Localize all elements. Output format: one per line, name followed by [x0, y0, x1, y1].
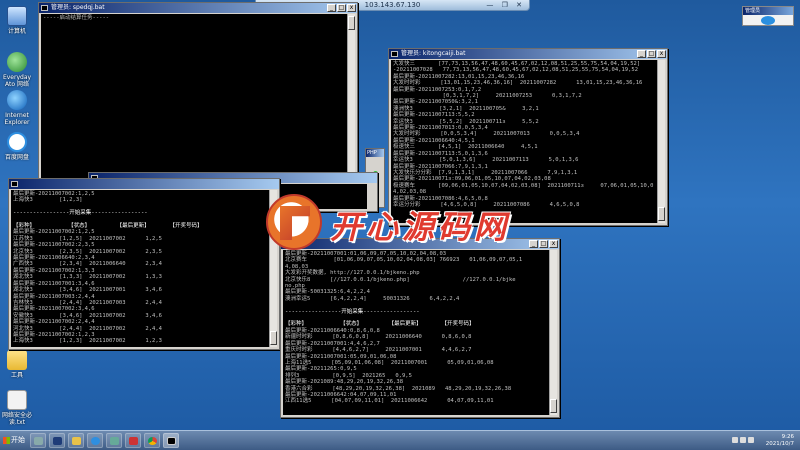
console-line: 极速赛车 [09,06,01,05,10,07,04,02,03,08] 202…	[393, 182, 654, 189]
watermark-badge-icon	[266, 194, 322, 250]
console-window-k3[interactable]: 最后更新-20211007002:1,2,5 上海快3 [1,2,3] -----…	[8, 178, 280, 350]
maximize-button[interactable]: □	[337, 4, 346, 12]
baidu-icon	[7, 132, 27, 152]
console-line: -20211007028 77,73,13,56,47,48,60,45,67,…	[393, 67, 639, 74]
desktop-icon-network[interactable]: Everyday Ato 网络	[2, 52, 32, 88]
clock-date: 2021/10/7	[765, 441, 794, 447]
console-icon	[11, 181, 18, 187]
window-titlebar[interactable]	[9, 179, 279, 189]
window-controls[interactable]: _ □ x	[637, 50, 666, 58]
baidu-icon	[91, 437, 100, 445]
start-button[interactable]: 开始	[2, 433, 26, 448]
console-window-spedqj[interactable]: 管理员: spedqj.bat _ □ x -----启动结算任务-----	[38, 2, 358, 192]
taskbar-explorer[interactable]	[68, 433, 84, 448]
desktop-icon-label: 工具	[10, 372, 23, 379]
desktop-icon-label: Everyday Ato 网络	[2, 74, 32, 88]
close-button[interactable]: x	[347, 4, 356, 12]
desktop-icon-label: 网络安全必读.txt	[2, 412, 33, 426]
taskbar-chrome[interactable]	[144, 433, 160, 448]
cloud-icon	[761, 16, 775, 25]
vertical-scrollbar[interactable]	[549, 250, 557, 415]
watermark-text: 开心源码网	[330, 208, 511, 246]
chrome-icon	[148, 437, 157, 445]
taskbar-baidu[interactable]	[87, 433, 103, 448]
clock[interactable]: 9:26 2021/10/7	[766, 434, 794, 448]
minimize-button[interactable]: _	[327, 4, 336, 12]
system-tray: 9:26 2021/10/7	[676, 432, 796, 450]
taskbar-app[interactable]	[125, 433, 141, 448]
tray-icon[interactable]	[732, 437, 738, 443]
watermark-logo: 开心源码网	[266, 194, 566, 250]
taskbar-tool[interactable]	[106, 433, 122, 448]
taskbar: 开始 9:26 2021/10/7	[0, 430, 800, 450]
console-icon	[391, 51, 398, 57]
volume-icon[interactable]	[748, 437, 754, 443]
console-line: 香港六合彩 [48,29,20,19,32,26,38] 2021089 48,…	[285, 385, 512, 392]
scroll-thumb[interactable]	[550, 399, 557, 413]
desktop-icon-ie[interactable]: Internet Explorer	[2, 90, 32, 126]
vertical-scrollbar[interactable]	[347, 14, 355, 189]
close-button[interactable]: x	[657, 50, 666, 58]
desktop-icon-tools[interactable]: 工具	[2, 350, 32, 379]
window-titlebar[interactable]: 管理员: kitongcaiji.bat _ □ x	[389, 49, 667, 59]
console-output: 最后更新-20211007002:1,2,5 上海快3 [1,2,3] -----…	[11, 190, 269, 347]
console-line: 江西11选5 [04,07,09,11,01] 20211006642 04,0…	[285, 398, 494, 405]
scroll-thumb[interactable]	[348, 16, 355, 30]
console-output: -----启动结算任务-----	[41, 14, 347, 189]
remote-window-controls[interactable]: — ❐ ✕	[486, 0, 525, 10]
desktop-icon-label: 计算机	[7, 28, 26, 35]
window-titlebar[interactable]: 管理员: spedqj.bat _ □ x	[39, 3, 357, 13]
window-title: 管理员: kitongcaiji.bat	[401, 50, 466, 57]
console-output: 最后更新-20211007001:01,06,09,07,05,10,02,04…	[283, 250, 549, 415]
tool-icon	[110, 437, 119, 445]
taskbar-server-manager[interactable]	[30, 433, 46, 448]
file-icon	[7, 390, 27, 410]
cmd-icon	[167, 437, 176, 445]
window-controls[interactable]: _ □ x	[327, 4, 356, 12]
dialog-title: PHP	[366, 149, 384, 157]
powershell-icon	[53, 437, 62, 445]
console-line: 上海快3 [1,2,3] 20211007002 1,2,3	[13, 338, 162, 345]
console-window-ssc[interactable]: _ □ x 最后更新-20211007001:01,06,09,07,05,10…	[280, 238, 560, 418]
console-line: 大发时时彩 [13,01,15,23,46,36,16] 20211007282…	[393, 80, 643, 87]
desktop-icon-label: 百度网盘	[4, 154, 29, 161]
explorer-icon	[72, 437, 81, 445]
network-icon	[7, 52, 27, 72]
maximize-button[interactable]: □	[647, 50, 656, 58]
app-icon	[129, 437, 138, 445]
vertical-scrollbar[interactable]	[657, 60, 665, 223]
scroll-thumb[interactable]	[270, 331, 277, 345]
console-line: 北京赛车 [01,06,09,07,05,10,02,04,08,03] 766…	[285, 257, 523, 264]
folder-icon	[7, 350, 27, 370]
mini-widget[interactable]: 管理员	[742, 6, 794, 26]
network-tray-icon[interactable]	[740, 437, 746, 443]
desktop-icon-computer[interactable]: 计算机	[2, 6, 32, 35]
window-title: 管理员: spedqj.bat	[51, 4, 105, 11]
console-line: 北京快乐8 [//127.0.0.1/bjkeno.php] //127.0.0…	[285, 276, 516, 283]
desktop-icon-label: Internet Explorer	[4, 112, 30, 126]
scroll-thumb[interactable]	[658, 207, 665, 221]
ie-icon	[7, 90, 27, 110]
server-manager-icon	[34, 437, 43, 445]
taskbar-cmd[interactable]	[163, 433, 179, 448]
desktop-icon-baidu[interactable]: 百度网盘	[2, 132, 32, 161]
clock-time: 9:26	[781, 434, 794, 440]
mini-widget-title: 管理员	[743, 7, 793, 15]
computer-icon	[7, 6, 27, 26]
minimize-button[interactable]: _	[637, 50, 646, 58]
taskbar-powershell[interactable]	[49, 433, 65, 448]
console-icon	[41, 5, 48, 11]
desktop-icon-notes[interactable]: 网络安全必读.txt	[2, 390, 32, 426]
